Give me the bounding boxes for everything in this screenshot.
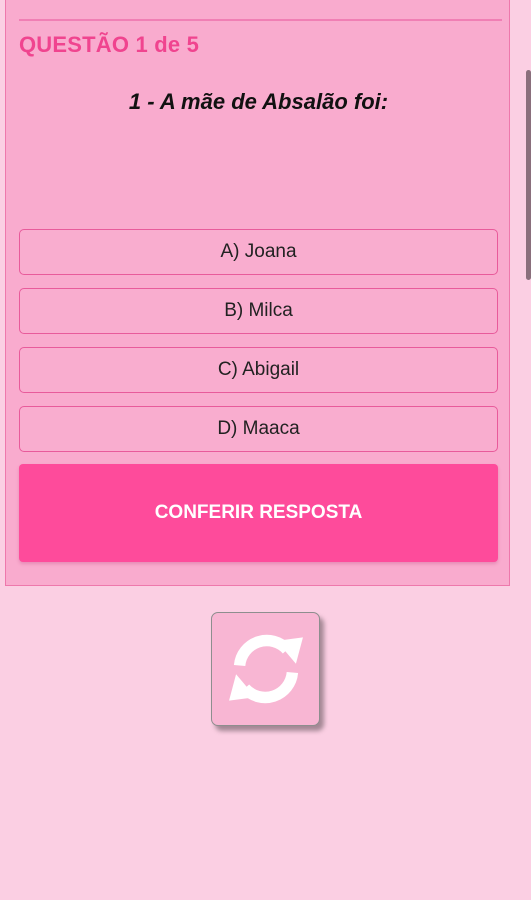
option-d-button[interactable]: D) Maaca — [19, 406, 498, 452]
option-d-label: D) Maaca — [217, 418, 300, 439]
question-counter: QUESTÃO 1 de 5 — [19, 32, 200, 57]
check-answer-label: CONFERIR RESPOSTA — [154, 502, 363, 523]
option-c-button[interactable]: C) Abigail — [19, 347, 498, 393]
option-b-button[interactable]: B) Milca — [19, 288, 498, 334]
divider — [19, 19, 502, 21]
option-a-label: A) Joana — [220, 241, 297, 262]
quiz-screen: QUESTÃO 1 de 5 1 - A mãe de Absalão foi:… — [0, 0, 531, 900]
option-c-label: C) Abigail — [217, 359, 300, 380]
refresh-icon — [228, 634, 303, 704]
option-a-button[interactable]: A) Joana — [19, 229, 498, 275]
check-answer-button[interactable]: CONFERIR RESPOSTA — [19, 464, 498, 562]
question-text: 1 - A mãe de Absalão foi: — [128, 89, 389, 114]
quiz-card: QUESTÃO 1 de 5 1 - A mãe de Absalão foi:… — [5, 0, 510, 586]
scrollbar[interactable] — [526, 70, 531, 280]
option-b-label: B) Milca — [224, 300, 293, 321]
refresh-button[interactable] — [211, 612, 320, 726]
